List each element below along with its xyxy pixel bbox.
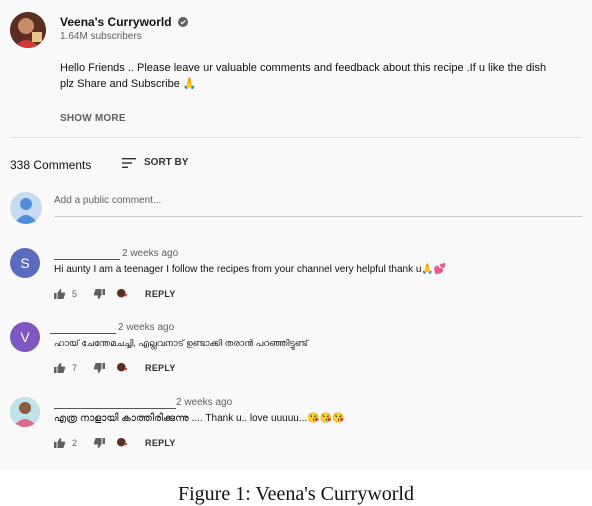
show-more-button[interactable]: SHOW MORE [60,113,126,124]
thumbs-up-icon[interactable] [54,437,66,449]
commenter-avatar[interactable]: S [10,248,40,278]
add-comment-underline [54,216,582,217]
video-description-panel: Veena's Curryworld 1.64M subscribers Hel… [0,0,592,470]
comment-item: 2 weeks ago എത്ര നാളായി കാത്തിരിക്കുന്നു… [10,397,582,467]
subscriber-count: 1.64M subscribers [60,31,142,42]
comment-timestamp[interactable]: 2 weeks ago [176,397,232,408]
verified-badge-icon [177,17,188,27]
user-silhouette-icon [14,198,38,224]
description-line-1: Hello Friends .. Please leave ur valuabl… [60,62,547,74]
like-count: 7 [72,363,78,373]
comment-actions: 5 REPLY [54,288,176,300]
add-comment-input[interactable]: Add a public comment... [54,195,161,206]
sort-icon [122,157,136,168]
commenter-name-redacted[interactable] [54,397,176,409]
creator-heart-icon [117,288,129,300]
thumbs-up-icon[interactable] [54,288,66,300]
comment-item: S 2 weeks ago Hi aunty I am a teenager I… [10,248,582,318]
current-user-avatar [10,192,42,224]
commenter-avatar[interactable]: V [10,322,40,352]
channel-name-text: Veena's Curryworld [60,15,172,29]
figure-caption: Figure 1: Veena's Curryworld [178,483,414,505]
comment-timestamp[interactable]: 2 weeks ago [122,248,178,259]
thumbs-down-icon[interactable] [93,437,106,449]
comment-text: ഹായ് ചേന്തേമചച്ചി, എല്ലവനാട് ഉണ്ടാക്കി ത… [54,338,308,348]
avatar-letter: S [20,255,30,271]
video-description: Hello Friends .. Please leave ur valuabl… [60,60,560,92]
creator-heart-icon [117,362,129,374]
reply-button[interactable]: REPLY [145,363,176,373]
comment-text: Hi aunty I am a teenager I follow the re… [54,264,447,275]
thumbs-down-icon[interactable] [93,288,106,300]
commenter-name-redacted[interactable] [50,322,116,334]
thumbs-down-icon[interactable] [93,362,106,374]
sort-by-label: SORT BY [144,157,189,168]
reply-button[interactable]: REPLY [145,289,176,299]
like-count: 5 [72,289,78,299]
channel-name[interactable]: Veena's Curryworld [60,15,188,29]
divider [10,137,582,138]
comment-timestamp[interactable]: 2 weeks ago [118,322,174,333]
channel-avatar[interactable] [10,12,46,48]
description-line-2: plz Share and Subscribe 🙏 [60,78,197,90]
commenter-photo [10,397,40,427]
sort-by-button[interactable]: SORT BY [122,157,188,168]
thumbs-up-icon[interactable] [54,362,66,374]
comment-count: 338 Comments [10,158,92,172]
commenter-avatar[interactable] [10,397,40,427]
reply-button[interactable]: REPLY [145,438,176,448]
comment-actions: 7 REPLY [54,362,176,374]
comment-text: എത്ര നാളായി കാത്തിരിക്കുന്നു .... Thank … [54,413,345,424]
commenter-name-redacted[interactable] [54,248,120,260]
avatar-letter: V [20,329,30,345]
creator-heart-icon [117,437,129,449]
comment-item: V 2 weeks ago ഹായ് ചേന്തേമചച്ചി, എല്ലവനാ… [10,322,582,392]
like-count: 2 [72,438,78,448]
channel-avatar-image [10,12,46,48]
comment-actions: 2 REPLY [54,437,176,449]
